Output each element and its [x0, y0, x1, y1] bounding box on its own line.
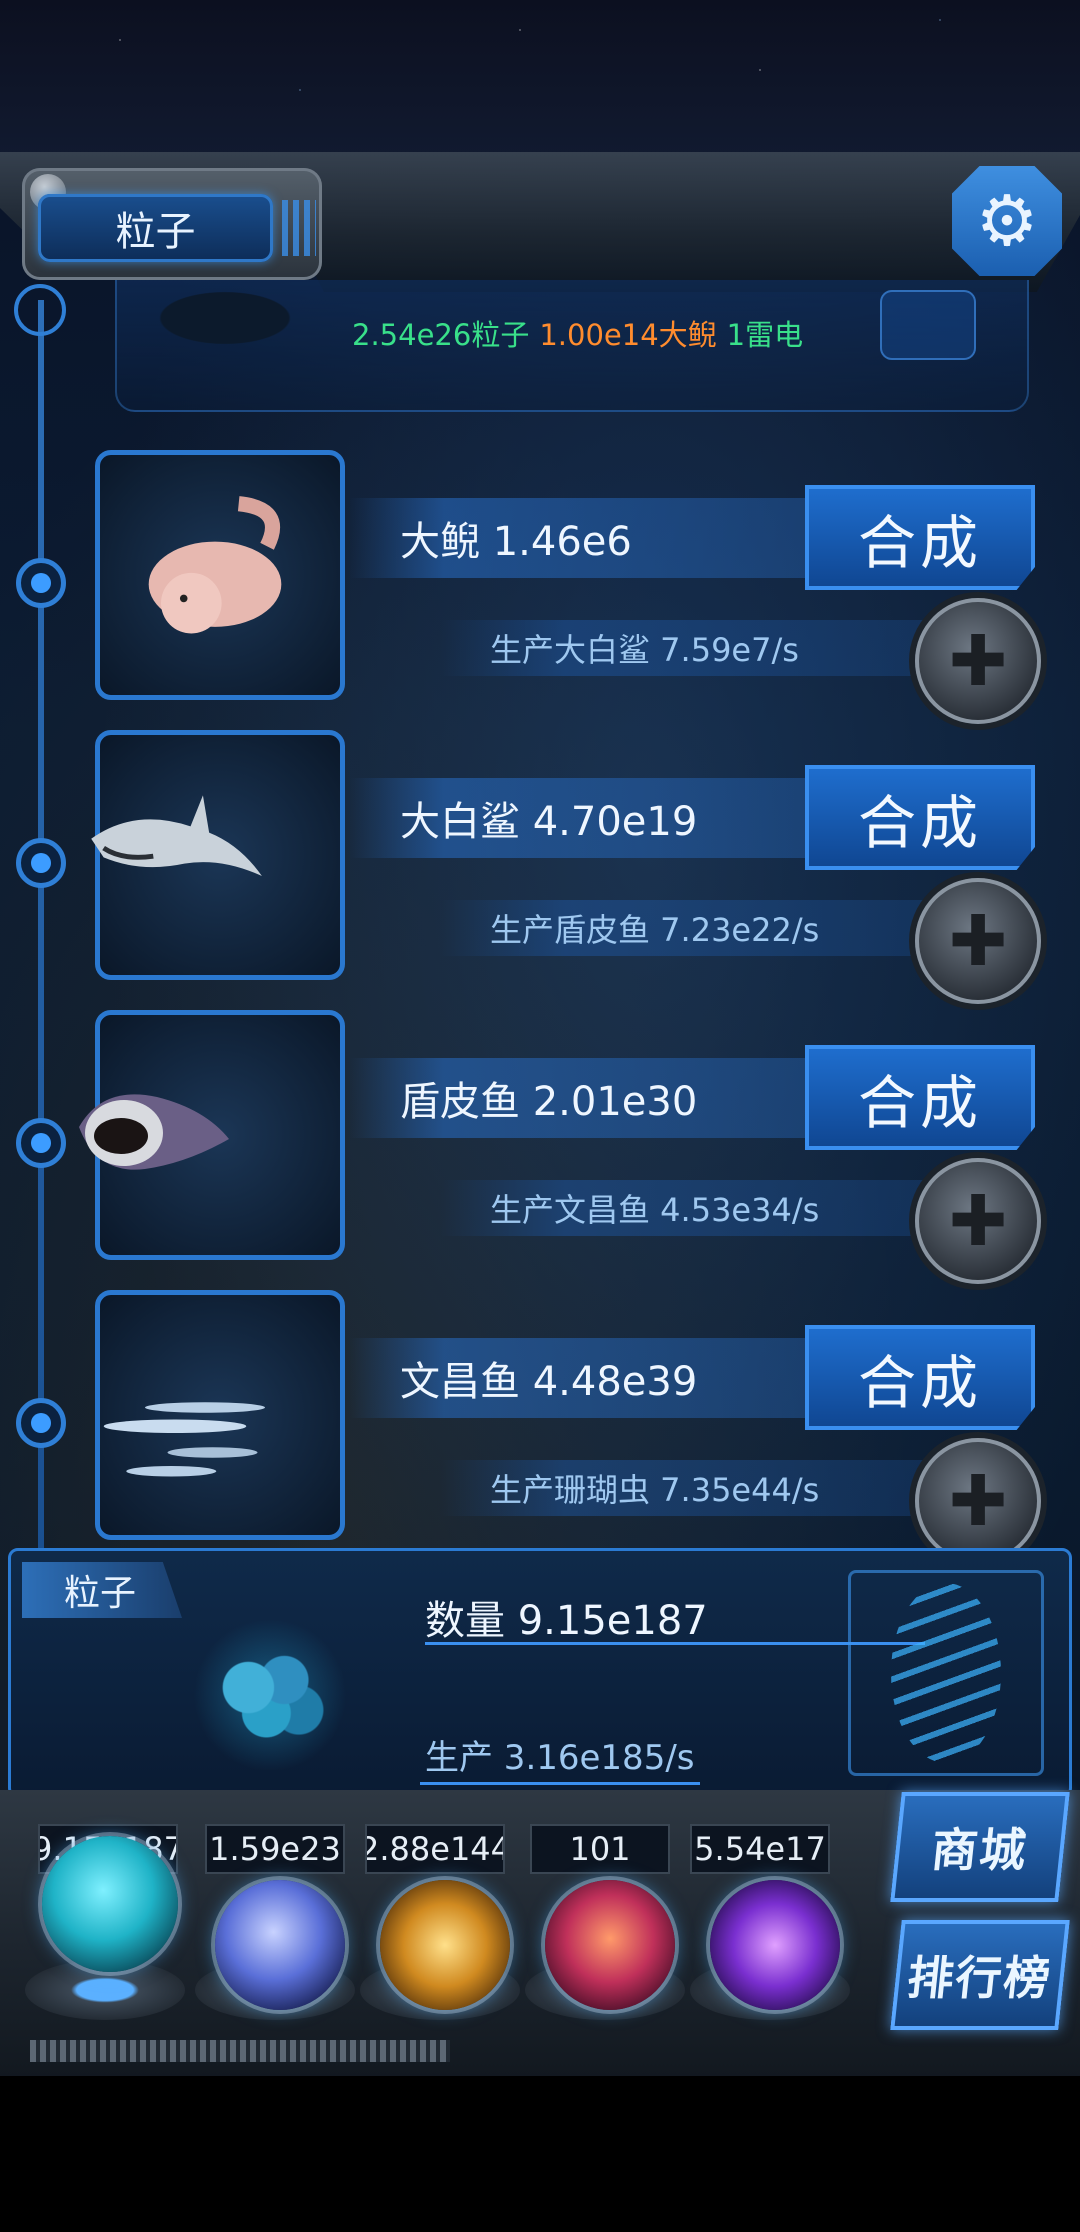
particle-production: 生产 3.16e185/s [425, 1738, 695, 1778]
gear-icon: ⚙ [975, 180, 1039, 262]
creature-name: 大白鲨 4.70e19 [350, 778, 820, 858]
placoderm-icon [79, 1094, 229, 1170]
lock-slot-icon [880, 290, 976, 360]
shop-button[interactable]: 商城 [890, 1792, 1070, 1902]
atom-icon [180, 1620, 360, 1770]
lightning-orb-button[interactable] [215, 1880, 345, 2010]
salamander-icon [148, 496, 282, 634]
creature-row-placoderm: 盾皮鱼 2.01e30 生产文昌鱼 4.53e34/s 合成 ✚ [0, 1010, 1080, 1284]
galaxy-orb-button[interactable] [380, 1880, 510, 2010]
synthesize-button[interactable]: 合成 [805, 1045, 1035, 1150]
add-button[interactable]: ✚ [915, 1158, 1041, 1284]
settings-button[interactable]: ⚙ [952, 166, 1062, 276]
title-bars-decoration [282, 200, 316, 256]
vent-grille [30, 2040, 450, 2062]
locked-creature-silhouette [150, 288, 300, 348]
brain-orb-button[interactable] [545, 1880, 675, 2010]
plus-icon: ✚ [948, 620, 1008, 702]
particle-orb-button[interactable] [42, 1836, 178, 1972]
synthesize-button[interactable]: 合成 [805, 485, 1035, 590]
rail-lock-icon [14, 284, 66, 336]
resource-thunder: 1雷电 [726, 318, 804, 352]
add-button[interactable]: ✚ [915, 1438, 1041, 1564]
creature-production: 生产文昌鱼 4.53e34/s [440, 1180, 940, 1236]
creature-card[interactable] [79, 1010, 345, 1260]
creature-name: 盾皮鱼 2.01e30 [350, 1058, 820, 1138]
starfield-background [0, 0, 1080, 160]
creature-card[interactable] [95, 450, 345, 700]
counter-lightning: 1.59e23 [205, 1824, 345, 1874]
synthesize-button[interactable]: 合成 [805, 765, 1035, 870]
plus-icon: ✚ [948, 1180, 1008, 1262]
plus-icon: ✚ [948, 900, 1008, 982]
resource-summary: 2.54e26粒子 1.00e14大鲵 1雷电 [352, 312, 803, 354]
creature-card[interactable] [95, 1290, 345, 1540]
add-button[interactable]: ✚ [915, 598, 1041, 724]
creature-name: 大鲵 1.46e6 [350, 498, 820, 578]
creature-production: 生产珊瑚虫 7.35e44/s [440, 1460, 940, 1516]
page-title: 粒子 [38, 194, 273, 262]
creature-production: 生产盾皮鱼 7.23e22/s [440, 900, 940, 956]
counter-vortex: 5.54e17 [690, 1824, 830, 1874]
synthesize-button[interactable]: 合成 [805, 1325, 1035, 1430]
lancelet-icon [103, 1402, 265, 1477]
resource-particles: 2.54e26粒子 [352, 318, 530, 352]
plus-icon: ✚ [948, 1460, 1008, 1542]
game-screen: 粒子 ⚙ 2.54e26粒子 1.00e14大鲵 1雷电 大鲵 1.46e6 生产大… [0, 0, 1080, 2076]
creature-production: 生产大白鲨 7.59e7/s [440, 620, 940, 676]
counter-brain: 101 [530, 1824, 670, 1874]
leaderboard-button[interactable]: 排行榜 [890, 1920, 1070, 2030]
counter-galaxy: 2.88e144 [365, 1824, 505, 1874]
creature-row-lancelet: 文昌鱼 4.48e39 生产珊瑚虫 7.35e44/s 合成 ✚ [0, 1290, 1080, 1564]
great-white-shark-icon [91, 795, 262, 877]
creature-card[interactable] [91, 730, 345, 980]
particle-quantity: 数量 9.15e187 [425, 1598, 708, 1644]
creature-name: 文昌鱼 4.48e39 [350, 1338, 820, 1418]
particle-panel-tag: 粒子 [22, 1562, 182, 1618]
add-button[interactable]: ✚ [915, 878, 1041, 1004]
resource-salamander: 1.00e14大鲵 [539, 318, 717, 352]
vortex-orb-button[interactable] [710, 1880, 840, 2010]
dna-icon [848, 1570, 1044, 1776]
production-divider [420, 1782, 700, 1785]
creature-row-salamander: 大鲵 1.46e6 生产大白鲨 7.59e7/s 合成 ✚ [0, 450, 1080, 724]
creature-row-shark: 大白鲨 4.70e19 生产盾皮鱼 7.23e22/s 合成 ✚ [0, 730, 1080, 1004]
